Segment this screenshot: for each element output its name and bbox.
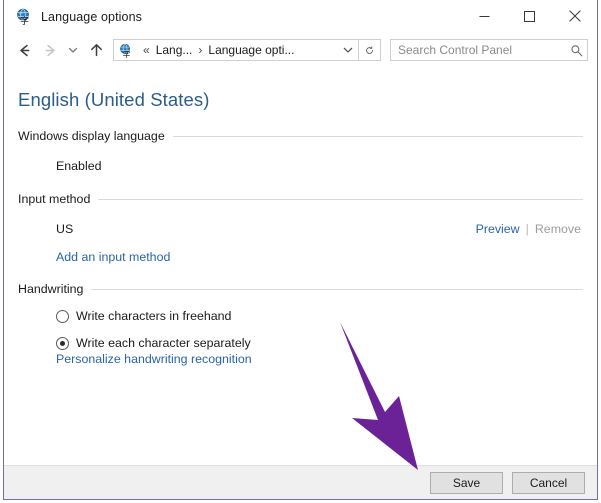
address-bar[interactable]: 字 « Lang... › Language opti...: [113, 39, 359, 61]
remove-link[interactable]: Remove: [535, 222, 581, 236]
minimize-icon: [479, 15, 490, 17]
input-method-name: US: [56, 221, 74, 236]
svg-text:字: 字: [20, 15, 29, 25]
refresh-icon: [366, 45, 373, 54]
recent-locations-button[interactable]: [63, 37, 83, 63]
section-handwriting: Handwriting Write characters in freehand…: [18, 282, 583, 368]
personalize-handwriting-link[interactable]: Personalize handwriting recognition: [18, 352, 252, 366]
save-button[interactable]: Save: [430, 471, 503, 494]
display-language-status: Enabled: [56, 158, 102, 173]
screenshot-root: 字 Language options 字 « Lang... › Languag…: [0, 0, 601, 503]
section-divider: [91, 288, 583, 290]
dialog-footer: Save Cancel: [4, 465, 597, 499]
chevron-down-icon: [68, 47, 78, 53]
search-box[interactable]: [390, 39, 588, 61]
section-title-handwriting: Handwriting: [18, 282, 84, 296]
cancel-button[interactable]: Cancel: [512, 471, 585, 494]
section-header: Input method: [18, 192, 583, 206]
radio-label-separate: Write each character separately: [76, 336, 251, 350]
close-button[interactable]: [552, 0, 597, 32]
section-divider: [98, 198, 583, 200]
section-header: Handwriting: [18, 282, 583, 296]
forward-button[interactable]: [37, 37, 63, 63]
language-globe-icon: 字: [15, 8, 32, 27]
search-icon[interactable]: [565, 44, 587, 57]
section-title-input-method: Input method: [18, 192, 91, 206]
content-area: English (United States) Windows display …: [4, 67, 597, 466]
section-display-language: Windows display language Enabled: [18, 129, 583, 174]
window-title: Language options: [41, 9, 142, 24]
section-divider: [172, 135, 583, 137]
display-language-status-row: Enabled: [18, 157, 583, 174]
section-header: Windows display language: [18, 129, 583, 143]
minimize-button[interactable]: [462, 0, 507, 32]
breadcrumb-separator[interactable]: ›: [193, 43, 207, 57]
address-dropdown-button[interactable]: [338, 44, 358, 56]
refresh-button[interactable]: [359, 39, 381, 61]
back-button[interactable]: [11, 37, 37, 63]
back-arrow-icon: [19, 44, 29, 56]
svg-text:字: 字: [122, 49, 130, 58]
add-input-method-link[interactable]: Add an input method: [18, 250, 583, 264]
forward-arrow-icon: [45, 44, 55, 56]
radio-button-separate[interactable]: [56, 336, 69, 350]
chevron-down-icon: [343, 47, 353, 53]
window-controls: [462, 0, 597, 32]
control-panel-window: 字 Language options 字 « Lang... › Languag…: [3, 0, 598, 500]
radio-label-freehand: Write characters in freehand: [76, 309, 232, 323]
up-arrow-icon: [90, 43, 102, 56]
section-title-display-language: Windows display language: [18, 129, 165, 143]
up-level-button[interactable]: [83, 37, 109, 63]
maximize-button[interactable]: [507, 0, 552, 32]
action-separator: |: [525, 221, 529, 236]
input-method-row: US Preview | Remove: [18, 220, 583, 237]
input-method-actions: Preview | Remove: [476, 222, 583, 236]
breadcrumb-language-globe-icon: 字: [118, 43, 133, 59]
close-icon: [568, 10, 581, 22]
search-input[interactable]: [391, 43, 565, 57]
radio-button-freehand[interactable]: [56, 309, 69, 323]
radio-option-separate[interactable]: Write each character separately: [18, 336, 583, 350]
section-input-method: Input method US Preview | Remove Add an …: [18, 192, 583, 264]
preview-link[interactable]: Preview: [476, 222, 520, 236]
breadcrumb-item-language-options[interactable]: Language opti...: [207, 43, 295, 57]
breadcrumb-overflow[interactable]: «: [138, 43, 155, 57]
title-bar: 字 Language options: [4, 0, 597, 33]
breadcrumb-item-language[interactable]: Lang...: [155, 43, 194, 57]
page-title: English (United States): [18, 89, 210, 110]
maximize-icon: [524, 10, 535, 22]
radio-option-freehand[interactable]: Write characters in freehand: [18, 309, 583, 323]
navigation-bar: 字 « Lang... › Language opti...: [4, 33, 597, 67]
